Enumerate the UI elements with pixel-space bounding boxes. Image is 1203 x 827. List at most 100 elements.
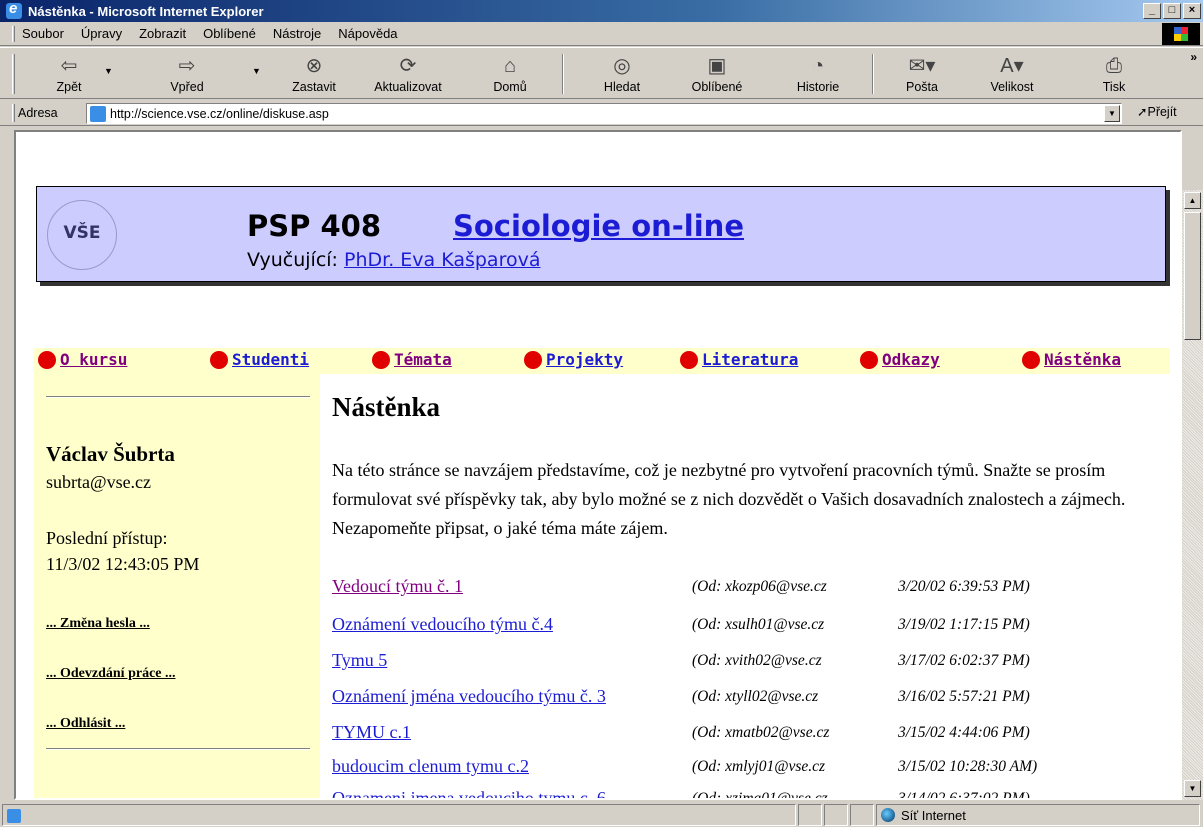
scroll-thumb[interactable]: [1184, 212, 1201, 340]
maximize-button[interactable]: □: [1163, 3, 1181, 19]
address-url[interactable]: http://science.vse.cz/online/diskuse.asp: [110, 107, 329, 121]
favorites-label: Oblíbené: [691, 80, 743, 94]
nav-item-o-kursu[interactable]: O kursu: [38, 350, 127, 369]
go-button[interactable]: ➚Přejít: [1137, 104, 1177, 119]
post-title-link[interactable]: Tymu 5: [332, 650, 387, 671]
post-date: 3/14/02 6:37:02 PM): [898, 790, 1030, 800]
nav-link[interactable]: O kursu: [60, 350, 127, 369]
favorites-icon: ▣: [707, 55, 727, 77]
ie-icon: [6, 0, 22, 19]
search-button[interactable]: ◎ Hledat: [590, 50, 654, 98]
menu-help[interactable]: Nápověda: [338, 26, 397, 41]
nav-link[interactable]: Nástěnka: [1044, 350, 1121, 369]
menu-tools[interactable]: Nástroje: [273, 26, 321, 41]
post-date: 3/19/02 1:17:15 PM): [898, 616, 1030, 633]
nav-item-studenti[interactable]: Studenti: [210, 350, 309, 369]
home-button[interactable]: ⌂ Domů: [482, 50, 538, 98]
address-label: Adresa: [18, 105, 58, 120]
red-dot-icon: [524, 350, 542, 369]
toolbar-overflow-chevron[interactable]: »: [1190, 50, 1197, 64]
nav-link[interactable]: Témata: [394, 350, 452, 369]
nav-link[interactable]: Projekty: [546, 350, 623, 369]
menu-file[interactable]: Soubor: [22, 26, 64, 41]
post-title-link[interactable]: Oznámení vedoucího týmu č.4: [332, 614, 553, 635]
stop-button[interactable]: ⊗ Zastavit: [276, 50, 352, 98]
red-dot-icon: [680, 350, 698, 369]
red-dot-icon: [38, 350, 56, 369]
nav-item-temata[interactable]: Témata: [372, 350, 452, 369]
toolbar-separator: [872, 54, 874, 94]
submit-work-link[interactable]: ... Odevzdání práce ...: [46, 666, 176, 682]
forward-dropdown-icon[interactable]: ▼: [252, 66, 261, 76]
red-dot-icon: [860, 350, 878, 369]
change-password-link[interactable]: ... Změna hesla ...: [46, 616, 150, 632]
post-title-link[interactable]: budoucim clenum tymu c.2: [332, 756, 529, 777]
refresh-label: Aktualizovat: [374, 80, 442, 94]
logout-link[interactable]: ... Odhlásit ...: [46, 716, 125, 732]
zone-label: Síť Internet: [901, 807, 966, 823]
toolbar-grip[interactable]: [12, 104, 15, 122]
security-zone-pane: Síť Internet: [876, 804, 1200, 826]
post-title-link[interactable]: Oznameni jmena vedouciho tymu c. 6: [332, 788, 606, 798]
close-button[interactable]: ×: [1183, 3, 1201, 19]
status-pane: [798, 804, 822, 826]
page-title: Nástěnka: [332, 392, 441, 422]
toolbar-separator: [562, 54, 564, 94]
post-author: (Od: xmatb02@vse.cz: [692, 724, 830, 741]
nav-item-nastenka[interactable]: Nástěnka: [1022, 350, 1121, 369]
forward-button[interactable]: ⇨ Vpřed: [158, 50, 216, 98]
post-title-link[interactable]: TYMU c.1: [332, 722, 411, 743]
last-access-time: 11/3/02 12:43:05 PM: [46, 554, 200, 574]
history-button[interactable]: ◔ Historie: [786, 50, 850, 98]
menu-favorites[interactable]: Oblíbené: [203, 26, 256, 41]
post-date: 3/15/02 4:44:06 PM): [898, 724, 1030, 741]
nav-link[interactable]: Odkazy: [882, 350, 940, 369]
back-button[interactable]: ⇦ Zpět: [40, 50, 98, 98]
post-author: (Od: xzima01@vse.cz: [692, 790, 828, 800]
nav-item-projekty[interactable]: Projekty: [524, 350, 623, 369]
menu-edit[interactable]: Úpravy: [81, 26, 122, 41]
history-icon: ◔: [811, 55, 825, 77]
page-viewport: VŠE PSP 408 Sociologie on-line Vyučující…: [14, 130, 1182, 800]
stop-label: Zastavit: [292, 80, 336, 94]
nav-link[interactable]: Literatura: [702, 350, 798, 369]
toolbar-grip[interactable]: [12, 54, 15, 94]
course-title-link[interactable]: Sociologie on-line: [453, 209, 744, 243]
page-icon: [90, 105, 106, 122]
address-input[interactable]: http://science.vse.cz/online/diskuse.asp…: [86, 103, 1122, 124]
post-author: (Od: xtyll02@vse.cz: [692, 688, 819, 705]
minimize-button[interactable]: _: [1143, 3, 1161, 19]
refresh-button[interactable]: ⟳ Aktualizovat: [362, 50, 454, 98]
logo-text: VŠE: [63, 223, 101, 243]
toolbar-grip[interactable]: [12, 26, 15, 42]
post-date: 3/16/02 5:57:21 PM): [898, 688, 1030, 705]
scroll-up-icon[interactable]: ▲: [1184, 192, 1201, 209]
font-size-button[interactable]: A▾ Velikost: [976, 50, 1048, 98]
home-icon: ⌂: [503, 55, 517, 77]
post-title-link[interactable]: Vedoucí týmu č. 1: [332, 576, 463, 597]
nav-item-odkazy[interactable]: Odkazy: [860, 350, 940, 369]
search-label: Hledat: [603, 80, 641, 94]
favorites-button[interactable]: ▣ Oblíbené: [682, 50, 752, 98]
user-name: Václav Šubrta: [46, 442, 175, 466]
status-pane: [824, 804, 848, 826]
course-nav: O kursu Studenti Témata Projekty Literat…: [34, 348, 1170, 374]
menu-view[interactable]: Zobrazit: [139, 26, 186, 41]
address-dropdown-icon[interactable]: ▼: [1104, 105, 1120, 122]
user-email: subrta@vse.cz: [46, 472, 152, 492]
print-button[interactable]: ⎙ Tisk: [1094, 50, 1134, 98]
teacher-link[interactable]: PhDr. Eva Kašparová: [344, 249, 541, 271]
post-title-link[interactable]: Oznámení jména vedoucího týmu č. 3: [332, 686, 606, 707]
mail-button[interactable]: ✉▾ Pošta: [892, 50, 952, 98]
mail-label: Pošta: [906, 80, 938, 94]
back-dropdown-icon[interactable]: ▼: [104, 66, 113, 76]
font-size-icon: A▾: [1000, 55, 1024, 77]
post-author: (Od: xmlyj01@vse.cz: [692, 758, 826, 775]
scroll-down-icon[interactable]: ▼: [1184, 780, 1201, 797]
post-author: (Od: xvith02@vse.cz: [692, 652, 822, 669]
window-titlebar[interactable]: Nástěnka - Microsoft Internet Explorer _…: [0, 0, 1203, 22]
teacher-line: Vyučující: PhDr. Eva Kašparová: [247, 249, 541, 271]
nav-item-literatura[interactable]: Literatura: [680, 350, 798, 369]
post-date: 3/17/02 6:02:37 PM): [898, 652, 1030, 669]
nav-link[interactable]: Studenti: [232, 350, 309, 369]
